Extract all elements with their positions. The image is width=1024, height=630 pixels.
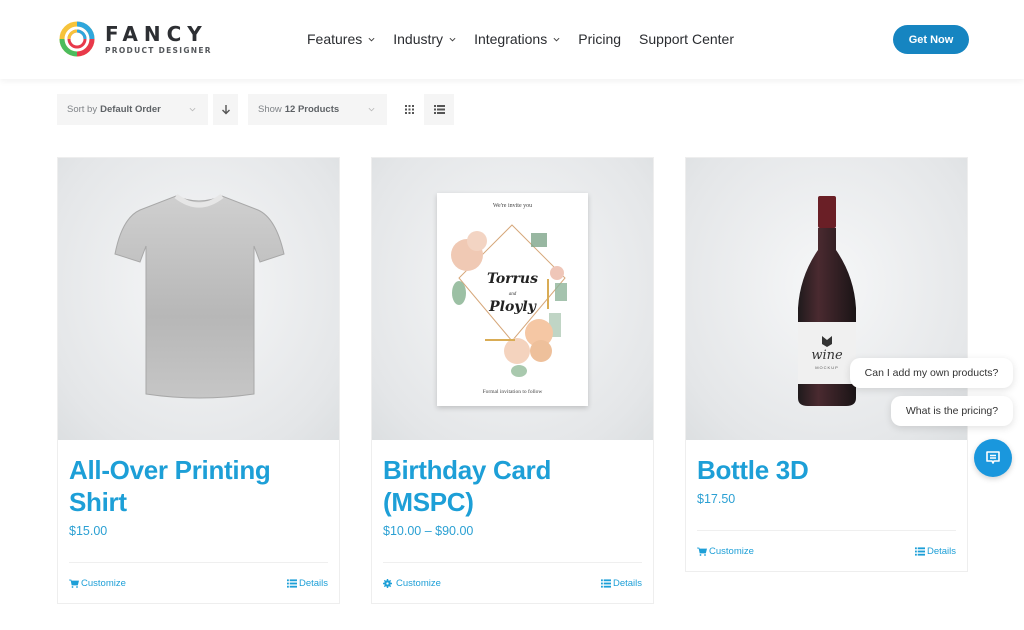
sort-select[interactable]: Sort by Default Order — [57, 94, 208, 125]
list-icon — [600, 578, 611, 588]
customize-label: Customize — [81, 577, 126, 589]
customize-label: Customize — [709, 545, 754, 557]
nav-industry[interactable]: Industry — [393, 31, 456, 47]
details-label: Details — [298, 577, 328, 589]
sort-direction-button[interactable] — [213, 94, 238, 125]
chat-suggestion[interactable]: What is the pricing? — [891, 396, 1013, 426]
chevron-down-icon — [368, 107, 375, 112]
nav-label: Integrations — [474, 31, 548, 47]
bottle-label-brand: wine — [811, 348, 843, 363]
grid-view-icon — [404, 105, 414, 114]
card-and-text: and — [508, 292, 517, 297]
sort-value: Default Order — [100, 104, 161, 115]
card-name-2: Ployly — [489, 299, 536, 315]
show-value: 12 Products — [284, 104, 340, 115]
gear-icon — [383, 578, 392, 588]
chat-suggestion[interactable]: Can I add my own products? — [850, 358, 1013, 388]
chat-launcher-button[interactable] — [974, 439, 1012, 477]
chevron-down-icon — [449, 37, 456, 42]
shop-toolbar: Sort by Default Order Show 12 Products — [57, 94, 454, 125]
product-card: All-Over Printing Shirt $15.00 Customize… — [57, 157, 340, 604]
nav-label: Support Center — [639, 31, 734, 47]
chevron-down-icon — [553, 37, 560, 42]
product-price: $17.50 — [697, 492, 736, 506]
list-icon — [914, 546, 925, 556]
nav-integrations[interactable]: Integrations — [474, 31, 560, 47]
nav-label: Features — [307, 31, 363, 47]
cart-icon — [69, 579, 79, 588]
invitation-card-image: We're invite you Torrus and Ployly Forma… — [437, 193, 588, 406]
grid-view-button[interactable] — [394, 94, 424, 125]
chevron-down-icon — [368, 37, 375, 42]
bottle-label-sub: MOCKUP — [815, 365, 839, 370]
logo-title: FANCY — [105, 21, 208, 46]
product-card: We're invite you Torrus and Ployly Forma… — [371, 157, 654, 604]
list-icon — [286, 578, 297, 588]
customize-link[interactable]: Customize — [697, 546, 754, 557]
sort-prefix: Sort by — [67, 104, 98, 115]
product-image-invitation-card[interactable]: We're invite you Torrus and Ployly Forma… — [372, 158, 653, 440]
product-image-t-shirt[interactable] — [58, 158, 339, 440]
ring-logo-icon — [59, 21, 95, 57]
logo-subtitle: PRODUCT DESIGNER — [105, 45, 212, 55]
product-price: $10.00 – $90.00 — [383, 524, 474, 538]
details-label: Details — [926, 545, 956, 557]
nav-label: Industry — [393, 31, 444, 47]
details-link[interactable]: Details — [600, 577, 642, 589]
list-view-icon — [433, 105, 445, 114]
show-prefix: Show — [258, 104, 282, 115]
site-header: FANCY PRODUCT DESIGNER Features Industry… — [0, 0, 1024, 79]
customize-link[interactable]: Customize — [69, 578, 126, 589]
product-title[interactable]: All-Over Printing Shirt — [69, 454, 328, 518]
t-shirt-image — [114, 193, 285, 399]
product-title[interactable]: Bottle 3D — [697, 454, 956, 486]
chevron-down-icon — [189, 107, 196, 112]
card-bottom-text: Formal invitation to follow — [482, 389, 543, 395]
nav-support-center[interactable]: Support Center — [639, 31, 734, 47]
product-price: $15.00 — [69, 524, 108, 538]
main-nav: Features Industry Integrations Pricing S… — [307, 31, 752, 47]
list-view-button[interactable] — [424, 94, 454, 125]
customize-label: Customize — [396, 577, 441, 589]
products-per-page-select[interactable]: Show 12 Products — [248, 94, 387, 125]
details-label: Details — [612, 577, 642, 589]
nav-features[interactable]: Features — [307, 31, 375, 47]
get-now-button[interactable]: Get Now — [893, 25, 969, 54]
details-link[interactable]: Details — [914, 545, 956, 557]
cart-icon — [697, 547, 707, 556]
nav-label: Pricing — [578, 31, 622, 47]
card-name-1: Torrus — [487, 271, 538, 287]
product-title[interactable]: Birthday Card (MSPC) — [383, 454, 642, 518]
customize-link[interactable]: Customize — [383, 578, 441, 589]
logo[interactable]: FANCY PRODUCT DESIGNER — [57, 19, 212, 59]
details-link[interactable]: Details — [286, 577, 328, 589]
chat-icon — [986, 451, 1000, 464]
nav-pricing[interactable]: Pricing — [578, 31, 621, 47]
arrow-down-icon — [221, 105, 230, 115]
